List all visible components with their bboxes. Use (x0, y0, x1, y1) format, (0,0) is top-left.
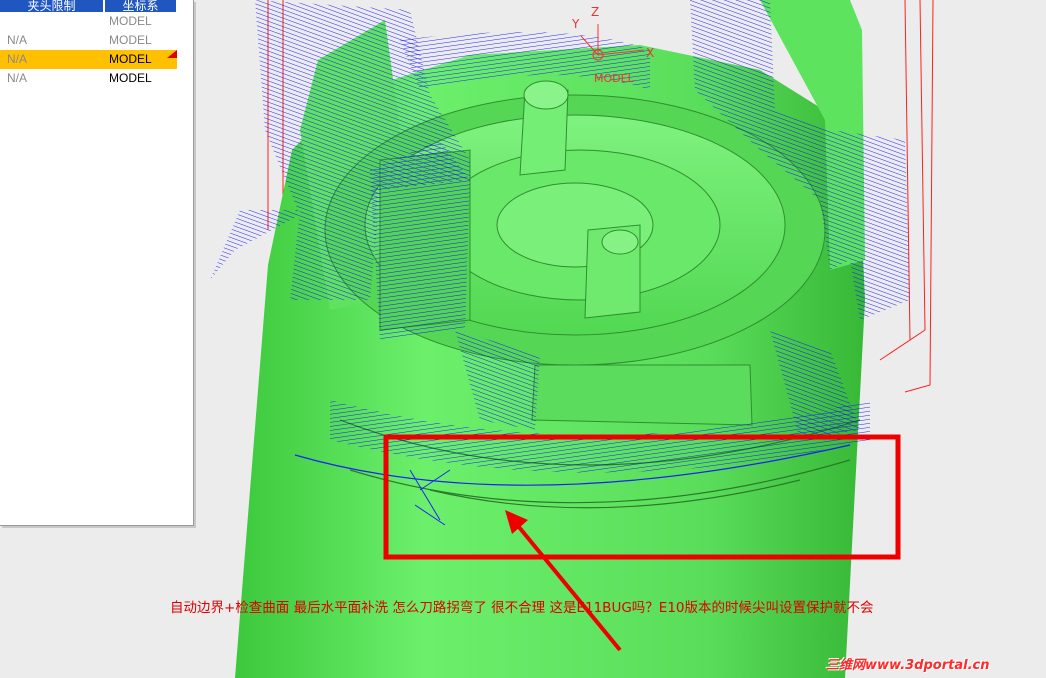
axis-y-label: Y (572, 17, 580, 31)
holder-limit-cell: N/A (7, 52, 28, 66)
selection-marker (167, 50, 177, 58)
column-header-holder-limit[interactable]: 夹头限制 (0, 0, 103, 12)
coordinate-system-cell: MODEL (109, 14, 152, 28)
coordinate-system-cell: MODEL (109, 71, 152, 85)
coordinate-system-cell: MODEL (109, 33, 152, 47)
column-header-coordinate-system[interactable]: 坐标系 (105, 0, 176, 12)
list-row[interactable]: N/A MODEL (0, 69, 177, 88)
list-row-selected[interactable]: N/A MODEL (0, 50, 177, 69)
axis-z-label: Z (591, 5, 600, 19)
annotation-text: 自动边界+检查曲面 最后水平面补洗 怎么刀路拐弯了 很不合理 这是E11BUG吗… (170, 600, 874, 616)
axis-origin-label: MODEL (594, 72, 634, 85)
holder-limit-cell: N/A (7, 33, 28, 47)
holder-limit-cell: N/A (7, 71, 28, 85)
watermark: 三维网www.3dportal.cn (826, 658, 990, 673)
list-row[interactable]: N/A MODEL (0, 31, 177, 50)
axis-x-label: X (646, 46, 655, 60)
coordinate-system-cell: MODEL (109, 52, 152, 66)
list-row[interactable]: MODEL (0, 12, 177, 31)
toolpath-list-panel[interactable]: 夹头限制 坐标系 MODEL N/A MODEL N/A MODEL N/A M… (0, 0, 194, 526)
